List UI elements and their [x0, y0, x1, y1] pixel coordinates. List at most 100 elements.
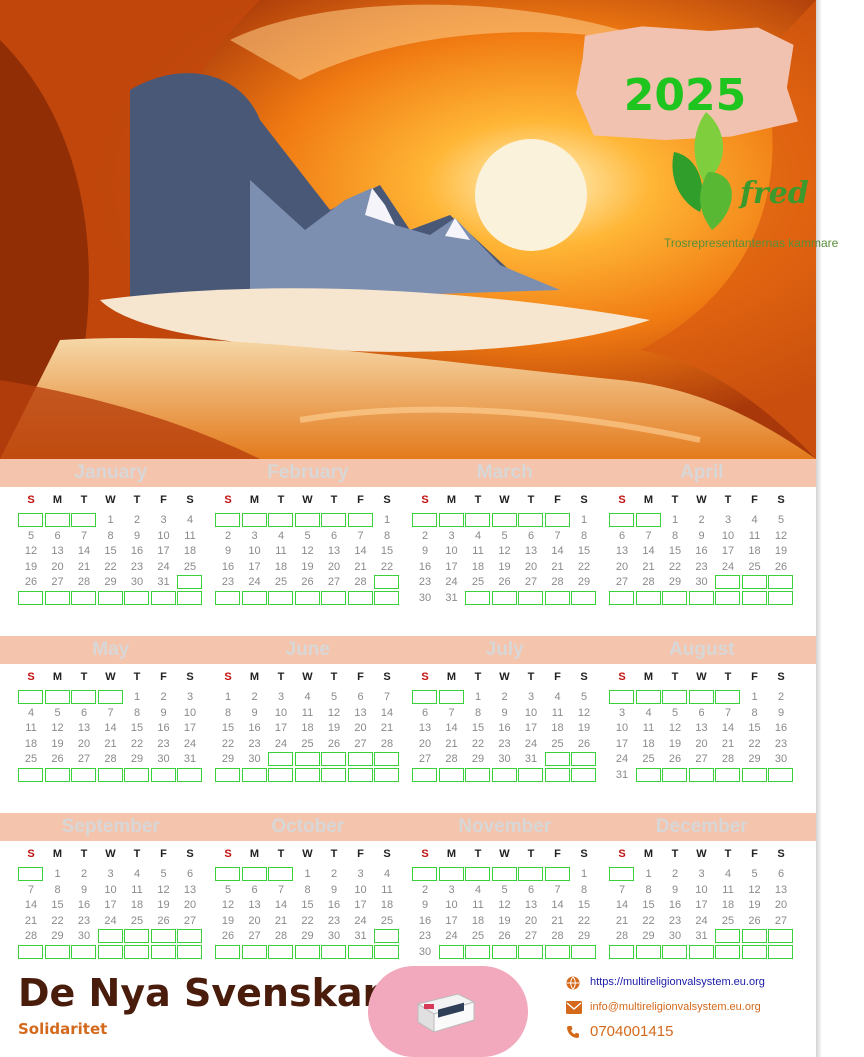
calendar-day[interactable]: 10	[268, 706, 294, 720]
calendar-day[interactable]: 30	[412, 591, 438, 605]
calendar-day[interactable]: 16	[321, 898, 347, 912]
calendar-day[interactable]: 8	[124, 706, 150, 720]
calendar-day[interactable]: 18	[545, 721, 571, 735]
calendar-day[interactable]: 17	[151, 544, 177, 558]
calendar-day[interactable]: 28	[439, 752, 465, 766]
calendar-day[interactable]: 5	[18, 529, 44, 543]
calendar-day[interactable]: 14	[545, 898, 571, 912]
calendar-day[interactable]: 13	[45, 544, 71, 558]
calendar-day[interactable]: 27	[45, 575, 71, 589]
calendar-day[interactable]: 23	[412, 929, 438, 943]
calendar-day[interactable]: 8	[374, 529, 400, 543]
calendar-day[interactable]: 17	[439, 914, 465, 928]
calendar-day[interactable]: 15	[571, 544, 597, 558]
calendar-day[interactable]: 19	[321, 721, 347, 735]
calendar-day[interactable]: 27	[609, 575, 635, 589]
calendar-day[interactable]: 26	[768, 560, 794, 574]
calendar-day[interactable]: 6	[242, 883, 268, 897]
calendar-day[interactable]: 18	[465, 560, 491, 574]
calendar-day[interactable]: 4	[636, 706, 662, 720]
calendar-day[interactable]: 27	[518, 575, 544, 589]
calendar-day[interactable]: 11	[268, 544, 294, 558]
calendar-day[interactable]: 2	[689, 513, 715, 527]
calendar-day[interactable]: 8	[45, 883, 71, 897]
calendar-day[interactable]: 15	[636, 898, 662, 912]
calendar-day[interactable]: 1	[295, 867, 321, 881]
calendar-day[interactable]: 5	[321, 690, 347, 704]
calendar-day[interactable]: 8	[465, 706, 491, 720]
calendar-day[interactable]: 18	[295, 721, 321, 735]
calendar-day[interactable]: 21	[636, 560, 662, 574]
calendar-day[interactable]: 14	[715, 721, 741, 735]
calendar-day[interactable]: 9	[321, 883, 347, 897]
calendar-day[interactable]: 26	[18, 575, 44, 589]
website-link[interactable]: https://multireligionvalsystem.eu.org	[590, 976, 765, 988]
calendar-day[interactable]: 6	[609, 529, 635, 543]
calendar-day[interactable]: 5	[215, 883, 241, 897]
calendar-day[interactable]: 14	[545, 544, 571, 558]
calendar-day[interactable]: 7	[348, 529, 374, 543]
calendar-day[interactable]: 7	[545, 529, 571, 543]
calendar-day[interactable]: 29	[98, 575, 124, 589]
calendar-day[interactable]: 13	[242, 898, 268, 912]
calendar-day[interactable]: 16	[412, 914, 438, 928]
calendar-day[interactable]: 28	[71, 575, 97, 589]
calendar-day[interactable]: 23	[124, 560, 150, 574]
calendar-day[interactable]: 30	[151, 752, 177, 766]
calendar-day[interactable]: 8	[742, 706, 768, 720]
calendar-day[interactable]: 6	[518, 529, 544, 543]
calendar-day[interactable]: 10	[439, 898, 465, 912]
calendar-day[interactable]: 19	[492, 560, 518, 574]
calendar-day[interactable]: 13	[689, 721, 715, 735]
calendar-day[interactable]: 26	[492, 929, 518, 943]
calendar-day[interactable]: 9	[662, 883, 688, 897]
calendar-day[interactable]: 12	[295, 544, 321, 558]
calendar-day[interactable]: 3	[151, 513, 177, 527]
calendar-day[interactable]: 16	[412, 560, 438, 574]
calendar-day[interactable]: 4	[465, 529, 491, 543]
email-link[interactable]: info@multireligionvalsystem.eu.org	[590, 1001, 761, 1013]
calendar-day[interactable]: 10	[348, 883, 374, 897]
calendar-day[interactable]: 22	[571, 560, 597, 574]
calendar-day[interactable]: 15	[124, 721, 150, 735]
calendar-day[interactable]: 27	[768, 914, 794, 928]
calendar-day[interactable]: 2	[768, 690, 794, 704]
calendar-day[interactable]: 6	[45, 529, 71, 543]
calendar-day[interactable]: 16	[768, 721, 794, 735]
calendar-day[interactable]: 18	[124, 898, 150, 912]
calendar-day[interactable]: 3	[98, 867, 124, 881]
calendar-day[interactable]: 29	[215, 752, 241, 766]
calendar-day[interactable]: 16	[151, 721, 177, 735]
calendar-day[interactable]: 25	[268, 575, 294, 589]
calendar-day[interactable]: 3	[268, 690, 294, 704]
calendar-day[interactable]: 30	[689, 575, 715, 589]
calendar-day[interactable]: 24	[439, 929, 465, 943]
calendar-day[interactable]: 8	[215, 706, 241, 720]
calendar-day[interactable]: 1	[374, 513, 400, 527]
calendar-day[interactable]: 9	[215, 544, 241, 558]
calendar-day[interactable]: 13	[768, 883, 794, 897]
calendar-day[interactable]: 27	[321, 575, 347, 589]
calendar-day[interactable]: 1	[742, 690, 768, 704]
calendar-day[interactable]: 26	[151, 914, 177, 928]
calendar-day[interactable]: 19	[742, 898, 768, 912]
calendar-day[interactable]: 8	[662, 529, 688, 543]
calendar-day[interactable]: 22	[374, 560, 400, 574]
calendar-day[interactable]: 10	[689, 883, 715, 897]
calendar-day[interactable]: 13	[321, 544, 347, 558]
calendar-day[interactable]: 2	[71, 867, 97, 881]
calendar-day[interactable]: 11	[636, 721, 662, 735]
calendar-day[interactable]: 9	[689, 529, 715, 543]
calendar-day[interactable]: 1	[45, 867, 71, 881]
calendar-day[interactable]: 23	[321, 914, 347, 928]
calendar-day[interactable]: 26	[662, 752, 688, 766]
calendar-day[interactable]: 8	[571, 883, 597, 897]
calendar-day[interactable]: 14	[98, 721, 124, 735]
calendar-day[interactable]: 20	[321, 560, 347, 574]
calendar-day[interactable]: 20	[609, 560, 635, 574]
calendar-day[interactable]: 11	[715, 883, 741, 897]
calendar-day[interactable]: 30	[124, 575, 150, 589]
calendar-day[interactable]: 26	[45, 752, 71, 766]
calendar-day[interactable]: 28	[609, 929, 635, 943]
calendar-day[interactable]: 6	[177, 867, 203, 881]
